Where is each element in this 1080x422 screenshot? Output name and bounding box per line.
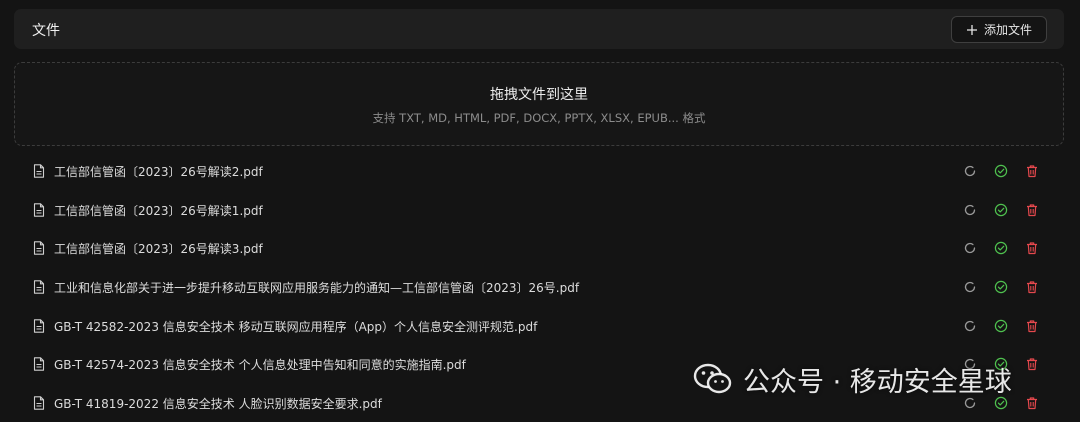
- trash-icon[interactable]: [1025, 241, 1039, 255]
- dropzone-title: 拖拽文件到这里: [490, 87, 588, 103]
- check-circle-icon: [994, 203, 1008, 216]
- file-icon: [33, 164, 45, 178]
- file-row[interactable]: 工信部信管函〔2023〕26号解读3.pdf: [14, 229, 1064, 268]
- file-name: 工信部信管函〔2023〕26号解读1.pdf: [54, 203, 263, 218]
- file-actions: [963, 241, 1039, 255]
- files-header: 文件 添加文件: [14, 9, 1064, 49]
- file-icon: [33, 357, 45, 372]
- file-actions: [963, 203, 1039, 217]
- trash-icon[interactable]: [1025, 319, 1039, 333]
- file-name: GB-T 42582-2023 信息安全技术 移动互联网应用程序（App）个人信…: [54, 319, 538, 334]
- file-name: 工信部信管函〔2023〕26号解读3.pdf: [54, 242, 263, 257]
- file-row[interactable]: 工业和信息化部关于进一步提升移动互联网应用服务能力的通知—工信部信管函〔2023…: [14, 268, 1064, 307]
- watermark-text: 公众号 · 移动安全星球: [743, 366, 1012, 398]
- file-icon: [33, 241, 45, 256]
- wechat-logo: [693, 363, 732, 394]
- refresh-icon[interactable]: [963, 203, 977, 217]
- refresh-icon[interactable]: [963, 164, 977, 178]
- trash-icon[interactable]: [1025, 164, 1039, 178]
- refresh-icon[interactable]: [963, 319, 977, 333]
- file-dropzone[interactable]: 拖拽文件到这里 支持 TXT, MD, HTML, PDF, DOCX, PPT…: [14, 62, 1064, 146]
- file-name: 工信部信管函〔2023〕26号解读2.pdf: [54, 165, 263, 179]
- check-circle-icon: [994, 242, 1008, 255]
- watermark: 公众号 · 移动安全星球: [693, 357, 1012, 401]
- trash-icon[interactable]: [1025, 280, 1039, 294]
- trash-icon[interactable]: [1025, 357, 1039, 371]
- file-actions: [963, 164, 1039, 178]
- add-file-button[interactable]: 添加文件: [951, 16, 1047, 43]
- file-row[interactable]: 工信部信管函〔2023〕26号解读1.pdf: [14, 191, 1064, 230]
- file-row[interactable]: 工信部信管函〔2023〕26号解读2.pdf: [14, 152, 1064, 191]
- check-circle-icon: [994, 280, 1008, 294]
- add-file-label: 添加文件: [983, 23, 1032, 37]
- file-row[interactable]: GB-T 42582-2023 信息安全技术 移动互联网应用程序（App）个人信…: [14, 307, 1064, 346]
- refresh-icon[interactable]: [963, 241, 977, 255]
- check-circle-icon: [994, 164, 1008, 178]
- check-circle-icon: [994, 319, 1008, 332]
- file-actions: [963, 319, 1039, 333]
- file-name: GB-T 42574-2023 信息安全技术 个人信息处理中告知和同意的实施指南…: [54, 358, 466, 373]
- file-name: 工业和信息化部关于进一步提升移动互联网应用服务能力的通知—工信部信管函〔2023…: [54, 281, 580, 296]
- file-actions: [963, 280, 1039, 294]
- plus-icon: [966, 24, 977, 35]
- file-manager-page: 文件 添加文件 拖拽文件到这里 支持 TXT, MD, HTML, PDF, D…: [0, 0, 1080, 422]
- file-icon: [33, 202, 45, 217]
- page-title: 文件: [32, 23, 60, 39]
- file-name: GB-T 41819-2022 信息安全技术 人脸识别数据安全要求.pdf: [54, 397, 382, 412]
- trash-icon[interactable]: [1025, 203, 1039, 217]
- file-icon: [33, 280, 45, 294]
- dropzone-subtitle: 支持 TXT, MD, HTML, PDF, DOCX, PPTX, XLSX,…: [372, 111, 706, 125]
- trash-icon[interactable]: [1025, 396, 1039, 410]
- file-icon: [33, 396, 45, 410]
- refresh-icon[interactable]: [963, 280, 977, 294]
- file-icon: [33, 319, 45, 333]
